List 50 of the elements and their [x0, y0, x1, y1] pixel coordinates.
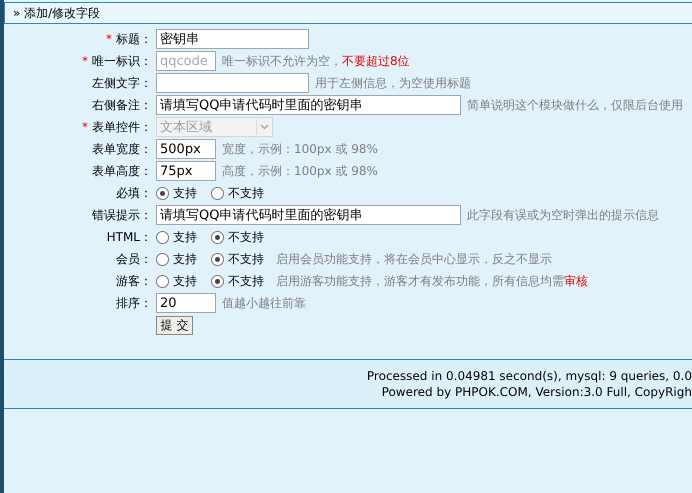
footer-text: Processed in 0.04981 second(s), mysql: 9 queries, 0.0: [366, 368, 692, 384]
input-field[interactable]: 75px: [156, 161, 216, 181]
radio-option[interactable]: 支持: [156, 272, 197, 290]
field-label: HTML：: [106, 228, 152, 246]
field-label: 错误提示：: [91, 206, 152, 224]
input-field[interactable]: [156, 73, 309, 93]
radio-option[interactable]: 支持: [156, 228, 197, 246]
hint-text: 高度，示例：100px 或 98%: [222, 162, 378, 180]
input-field[interactable]: 密钥串: [156, 29, 309, 49]
radio-option[interactable]: 支持: [156, 250, 197, 268]
field-label: 游客：: [115, 272, 152, 290]
radio-button[interactable]: [211, 230, 224, 244]
radio-option[interactable]: 不支持: [211, 184, 264, 202]
radio-button[interactable]: [211, 274, 224, 288]
input-field[interactable]: 请填写QQ申请代码时里面的密钥串: [156, 205, 461, 225]
panel-title: » 添加/修改字段: [4, 2, 692, 24]
hint-text: 值越小越往前靠: [222, 294, 306, 312]
field-label: * 表单控件：: [81, 118, 152, 136]
radio-button[interactable]: [156, 252, 169, 266]
radio-option[interactable]: 支持: [156, 184, 197, 202]
radio-option[interactable]: 不支持: [211, 228, 264, 246]
radio-button[interactable]: [211, 252, 224, 266]
footer-text: Powered by PHPOK.COM, Version:3.0 Full, CopyRigh: [382, 384, 692, 400]
field-label: 表单高度：: [91, 162, 152, 180]
radio-button[interactable]: [156, 230, 169, 244]
hint-text: 此字段有误或为空时弹出的提示信息: [467, 206, 659, 224]
input-field[interactable]: 500px: [156, 139, 216, 159]
hint-text: 启用游客功能支持，游客才有发布功能，所有信息均需审核: [276, 272, 588, 290]
input-field[interactable]: 20: [156, 293, 216, 313]
field-label: 必填：: [115, 184, 152, 202]
hint-text: 宽度，示例：100px 或 98%: [222, 140, 378, 158]
field-label: 右侧备注：: [91, 96, 152, 114]
hint-text: 启用会员功能支持，将在会员中心显示，反之不显示: [276, 250, 552, 268]
field-label: 左侧文字：: [91, 74, 152, 92]
field-label: * 唯一标识：: [81, 52, 152, 70]
field-label: 表单宽度：: [91, 140, 152, 158]
radio-option[interactable]: 不支持: [211, 250, 264, 268]
submit-button[interactable]: 提 交: [156, 316, 193, 335]
radio-button[interactable]: [156, 186, 169, 200]
hint-text: 唯一标识不允许为空，不要超过8位: [222, 52, 410, 70]
caret-icon: [260, 124, 269, 130]
radio-button[interactable]: [211, 186, 224, 200]
field-label: * 标题：: [105, 30, 152, 48]
radio-option[interactable]: 不支持: [211, 272, 264, 290]
field-label: 会员：: [115, 250, 152, 268]
radio-button[interactable]: [156, 274, 169, 288]
input-field[interactable]: 请填写QQ申请代码时里面的密钥串: [156, 95, 461, 115]
hint-text: 用于左侧信息，为空使用标题: [315, 74, 471, 92]
field-label: 排序：: [115, 294, 152, 312]
hint-text: 简单说明这个模块做什么，仅限后台使用: [467, 96, 683, 114]
